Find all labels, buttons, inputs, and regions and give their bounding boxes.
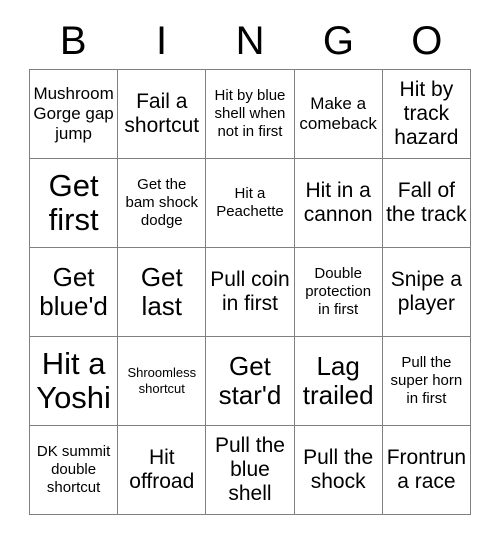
bingo-cell[interactable]: Pull the blue shell — [205, 425, 295, 515]
bingo-cell-label: Mushroom Gorge gap jump — [33, 84, 114, 143]
bingo-cell[interactable]: Get blue'd — [28, 247, 119, 337]
bingo-cell-label: Frontrun a race — [386, 446, 467, 493]
bingo-cell-label: Hit a Peachette — [216, 185, 284, 220]
bingo-cell[interactable]: Fail a shortcut — [117, 69, 207, 159]
bingo-cell-label: Fall of the track — [386, 179, 467, 226]
bingo-cell-label: Hit in a cannon — [303, 179, 373, 226]
bingo-cell[interactable]: Get first — [28, 158, 119, 248]
bingo-cell[interactable]: DK summit double shortcut — [28, 425, 119, 515]
bingo-cell[interactable]: Double protection in first — [293, 247, 383, 337]
bingo-cell-label: Pull coin in first — [210, 268, 290, 315]
bingo-cell-label: Get last — [140, 262, 183, 321]
bingo-cell[interactable]: Fall of the track — [381, 158, 472, 248]
bingo-cell-label: Hit by blue shell when not in first — [214, 87, 286, 140]
bingo-cell[interactable]: Pull the super horn in first — [381, 336, 472, 426]
bingo-cell[interactable]: Hit by blue shell when not in first — [205, 69, 295, 159]
bingo-cell-label: Pull the blue shell — [214, 434, 285, 505]
bingo-cell-label: Get blue'd — [39, 262, 108, 321]
bingo-cell[interactable]: Get last — [117, 247, 207, 337]
bingo-cell-label: Pull the shock — [303, 446, 374, 493]
bingo-cell-label: Get star'd — [218, 351, 282, 410]
bingo-cell-label: Make a comeback — [299, 94, 377, 133]
bingo-cell-label: Double protection in first — [305, 265, 372, 318]
bingo-cell-label: DK summit double shortcut — [36, 443, 111, 496]
bingo-cell[interactable]: Pull coin in first — [205, 247, 295, 337]
bingo-cell[interactable]: Frontrun a race — [381, 425, 472, 515]
bingo-cell[interactable]: Hit a Yoshi — [28, 336, 119, 426]
bingo-row: Hit a Yoshi Shroomless shortcut Get star… — [28, 336, 472, 426]
bingo-cell[interactable]: Hit by track hazard — [381, 69, 472, 159]
bingo-cell-label: Get first — [48, 168, 99, 237]
bingo-header-letter-i: I — [156, 19, 168, 63]
bingo-grid: Mushroom Gorge gap jump Fail a shortcut … — [28, 69, 472, 515]
bingo-card: B I N G O Mushroom Gorge gap jump Fail a… — [0, 0, 500, 544]
bingo-row: Get blue'd Get last Pull coin in first D… — [28, 247, 472, 337]
bingo-cell[interactable]: Snipe a player — [381, 247, 472, 337]
bingo-header: B I N G O — [29, 0, 471, 64]
bingo-cell[interactable]: Mushroom Gorge gap jump — [28, 69, 119, 159]
bingo-cell[interactable]: Make a comeback — [293, 69, 383, 159]
bingo-cell-label: Lag trailed — [302, 351, 374, 410]
bingo-cell-label: Shroomless shortcut — [127, 365, 197, 396]
bingo-header-letter-n: N — [235, 19, 265, 63]
bingo-cell-label: Fail a shortcut — [124, 90, 200, 137]
bingo-cell[interactable]: Hit offroad — [117, 425, 207, 515]
bingo-cell-label: Snipe a player — [390, 268, 462, 315]
bingo-cell-label: Pull the super horn in first — [390, 354, 463, 407]
bingo-cell-label: Get the bam shock dodge — [125, 176, 199, 229]
bingo-header-letter-o: O — [411, 19, 443, 63]
bingo-row: DK summit double shortcut Hit offroad Pu… — [28, 425, 472, 515]
bingo-cell[interactable]: Pull the shock — [293, 425, 383, 515]
bingo-cell[interactable]: Hit in a cannon — [293, 158, 383, 248]
bingo-header-letter-b: B — [59, 19, 87, 63]
bingo-cell[interactable]: Shroomless shortcut — [117, 336, 207, 426]
bingo-cell-label: Hit by track hazard — [394, 78, 459, 149]
bingo-cell[interactable]: Get star'd — [205, 336, 295, 426]
bingo-row: Mushroom Gorge gap jump Fail a shortcut … — [28, 69, 472, 159]
bingo-row: Get first Get the bam shock dodge Hit a … — [28, 158, 472, 248]
bingo-cell-label: Hit a Yoshi — [36, 346, 111, 415]
bingo-cell[interactable]: Get the bam shock dodge — [117, 158, 207, 248]
bingo-cell-label: Hit offroad — [129, 446, 195, 493]
bingo-cell[interactable]: Lag trailed — [293, 336, 383, 426]
bingo-cell[interactable]: Hit a Peachette — [205, 158, 295, 248]
bingo-header-letter-g: G — [322, 19, 354, 63]
